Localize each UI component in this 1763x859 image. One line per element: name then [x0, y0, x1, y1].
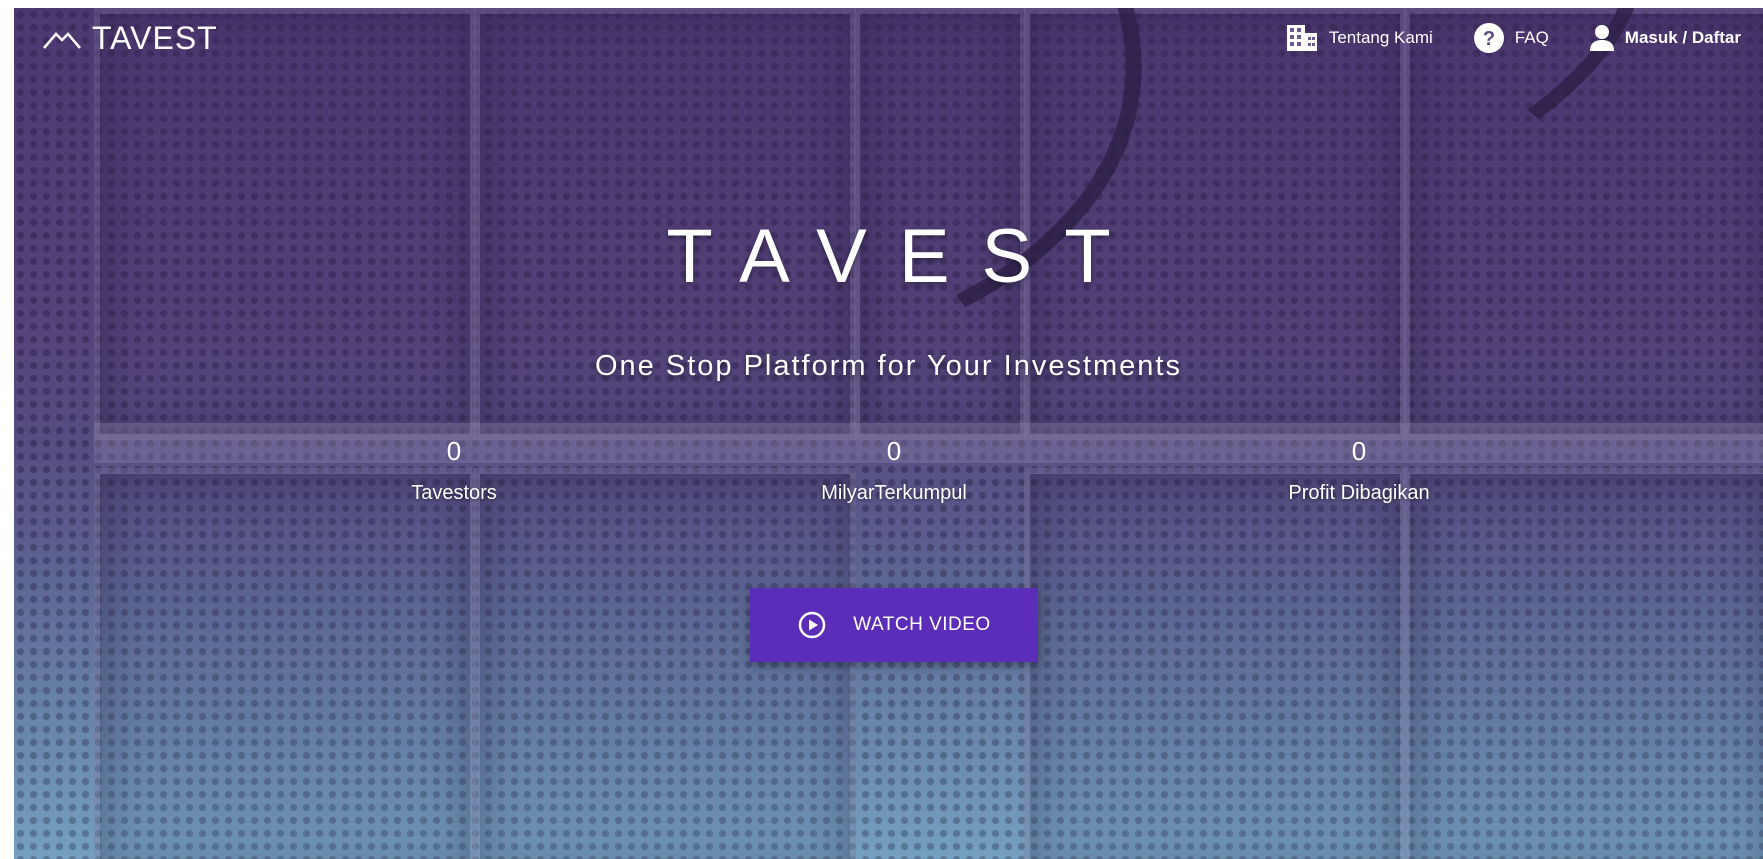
stat-tavestors: 0 Tavestors: [304, 436, 604, 505]
stat-label: Tavestors: [411, 482, 497, 504]
nav-label-tentang-kami: Tentang Kami: [1328, 28, 1433, 47]
top-navbar: TAVEST Tentang Kami ? FAQ Masuk / Daftar: [14, 8, 1763, 70]
help-circle-icon: ?: [1473, 23, 1504, 53]
color-overlay: [14, 8, 1763, 859]
hero-title: TAVEST: [666, 214, 1143, 299]
nav-item-masuk-daftar[interactable]: Masuk / Daftar: [1589, 24, 1741, 52]
building-icon: [1286, 25, 1317, 51]
nav-label-faq: FAQ: [1514, 28, 1549, 47]
nav-label-masuk-daftar: Masuk / Daftar: [1624, 28, 1741, 47]
nav-item-faq[interactable]: ? FAQ: [1473, 22, 1549, 54]
play-circle-icon: [799, 611, 826, 639]
user-icon: [1589, 25, 1614, 51]
stat-value: 0: [886, 436, 902, 466]
nav-item-tentang-kami[interactable]: Tentang Kami: [1285, 23, 1433, 53]
watch-video-button[interactable]: WATCH VIDEO: [750, 588, 1038, 662]
watch-video-label: WATCH VIDEO: [853, 614, 991, 635]
stat-value: 0: [1351, 436, 1367, 466]
svg-text:?: ?: [1483, 28, 1495, 50]
brand-name: TAVEST: [92, 20, 218, 56]
stat-label: MilyarTerkumpul: [821, 482, 967, 504]
stat-milyar-terkumpul: 0 MilyarTerkumpul: [744, 436, 1044, 505]
stat-value: 0: [446, 436, 462, 466]
stat-label: Profit Dibagikan: [1288, 482, 1430, 504]
hero-section: TAVEST Tentang Kami ? FAQ Masuk / Daftar…: [14, 8, 1763, 859]
hero-subtitle: One Stop Platform for Your Investments: [595, 350, 1182, 382]
stat-profit-dibagikan: 0 Profit Dibagikan: [1209, 436, 1509, 505]
nav-menu: Tentang Kami ? FAQ Masuk / Daftar: [1285, 22, 1741, 54]
mountain-logo-icon: [43, 31, 81, 49]
brand-logo[interactable]: TAVEST: [42, 20, 218, 57]
